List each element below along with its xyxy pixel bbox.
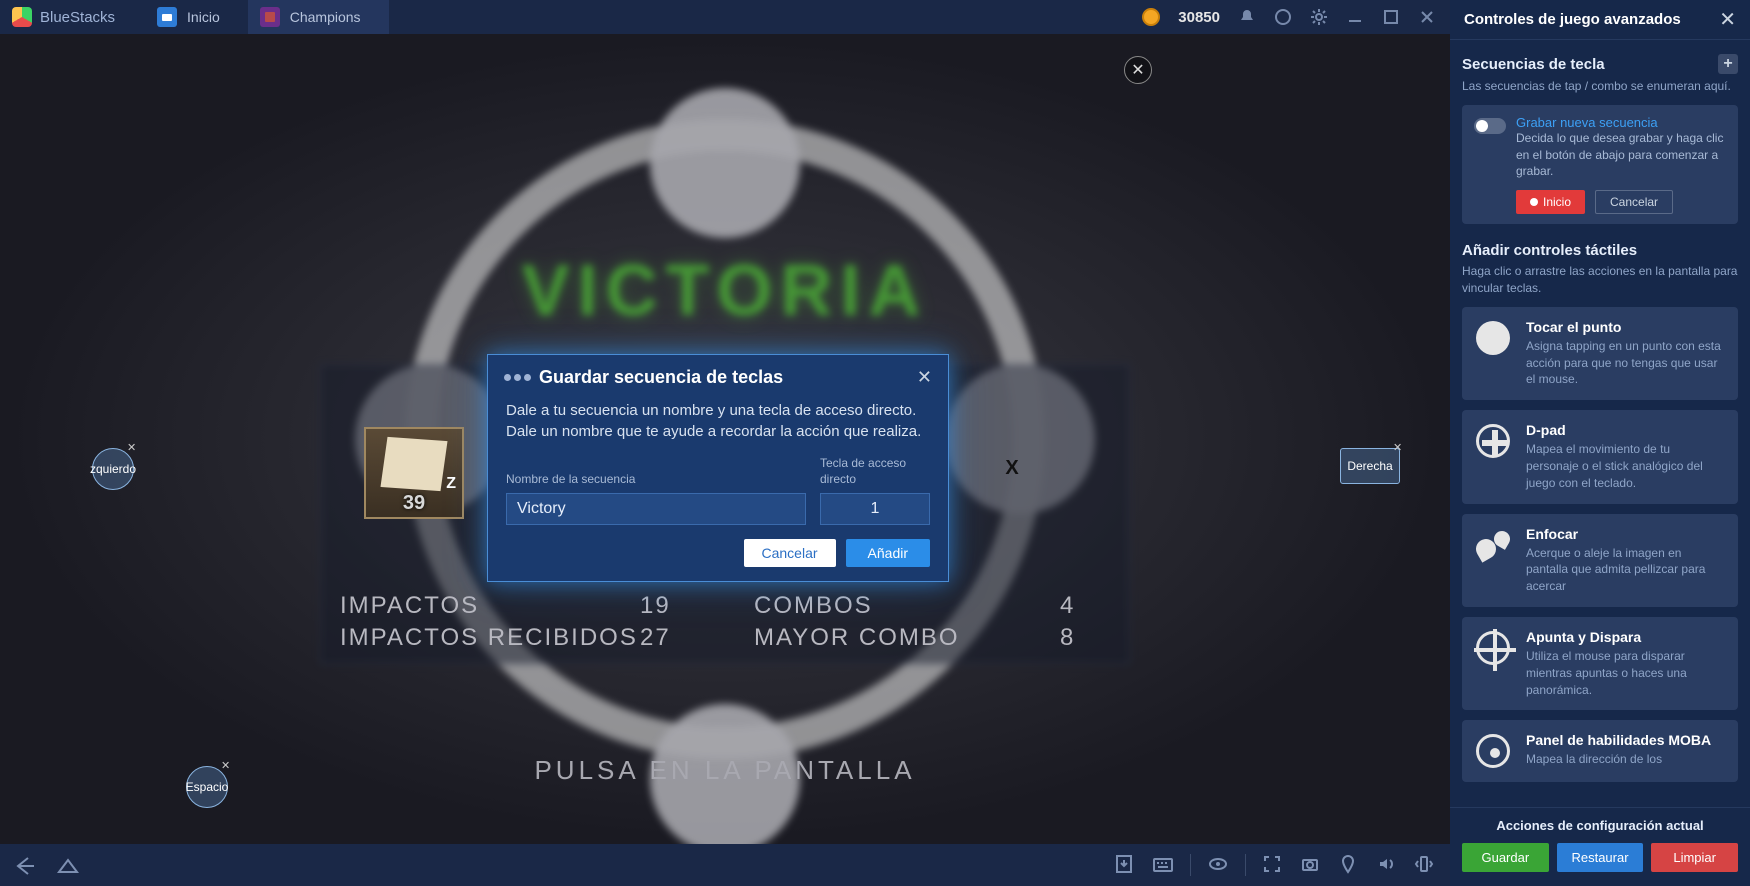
champions-app-icon (260, 7, 280, 27)
maximize-button[interactable] (1382, 8, 1400, 26)
gear-icon[interactable] (1310, 8, 1328, 26)
stat-value: 8 (1060, 624, 1075, 652)
reward-item-card: Z 39 (364, 427, 464, 519)
sequences-section-title: Secuencias de tecla + (1462, 54, 1738, 74)
install-apk-icon[interactable] (1114, 854, 1136, 876)
record-start-button[interactable]: Inicio (1516, 190, 1585, 214)
dialog-close-button[interactable]: ✕ (917, 367, 932, 388)
coin-icon (1142, 8, 1160, 26)
control-aim-shoot[interactable]: Apunta y Dispara Utiliza el mouse para d… (1462, 617, 1738, 710)
sequences-subtitle: Las secuencias de tap / combo se enumera… (1462, 78, 1738, 95)
close-icon[interactable]: ✕ (127, 441, 141, 455)
aim-icon (1474, 629, 1512, 667)
restore-button[interactable]: Restaurar (1557, 843, 1644, 872)
titlebar: BlueStacks Inicio Champions 30850 (0, 0, 1450, 34)
brand-label: BlueStacks (40, 9, 115, 26)
dialog-title: Guardar secuencia de teclas (539, 367, 783, 388)
tactile-subtitle: Haga clic o arrastre las acciones en la … (1462, 263, 1738, 297)
record-cancel-button[interactable]: Cancelar (1595, 190, 1673, 214)
bluestacks-logo-icon (12, 7, 32, 27)
tab-champions[interactable]: Champions (248, 0, 389, 34)
panel-title: Controles de juego avanzados (1464, 11, 1681, 28)
visibility-icon[interactable] (1207, 854, 1229, 876)
zoom-icon (1474, 526, 1512, 564)
stat-value: 27 (640, 624, 671, 652)
close-icon[interactable]: ✕ (1393, 441, 1407, 455)
home-icon[interactable] (56, 854, 78, 876)
save-sequence-dialog: Guardar secuencia de teclas ✕ Dale a tu … (487, 354, 949, 582)
stat-label: MAYOR COMBO (754, 624, 960, 652)
home-app-icon (157, 7, 177, 27)
dialog-icon (504, 374, 531, 381)
stat-value: 19 (640, 592, 671, 620)
shake-icon[interactable] (1414, 854, 1436, 876)
add-sequence-button[interactable]: + (1718, 54, 1738, 74)
tab-label: Inicio (187, 9, 220, 25)
record-description: Decida lo que desea grabar y haga clic e… (1516, 130, 1726, 180)
minimize-button[interactable] (1346, 8, 1364, 26)
item-count: 39 (366, 492, 462, 515)
footer-title: Acciones de configuración actual (1462, 818, 1738, 833)
cancel-button[interactable]: Cancelar (744, 539, 836, 567)
tab-home[interactable]: Inicio (145, 0, 248, 34)
tap-point-icon (1474, 319, 1512, 357)
stat-label: COMBOS (754, 592, 873, 620)
close-button[interactable] (1418, 8, 1436, 26)
stat-value: 4 (1060, 592, 1075, 620)
fullscreen-icon[interactable] (1262, 854, 1284, 876)
bell-icon[interactable] (1238, 8, 1256, 26)
coin-count: 30850 (1178, 9, 1220, 26)
panel-footer: Acciones de configuración actual Guardar… (1450, 807, 1750, 886)
control-zoom[interactable]: Enfocar Acerque o aleje la imagen en pan… (1462, 514, 1738, 607)
control-moba[interactable]: Panel de habilidades MOBA Mapea la direc… (1462, 720, 1738, 782)
stat-label: IMPACTOS (340, 592, 479, 620)
volume-icon[interactable] (1376, 854, 1398, 876)
record-link[interactable]: Grabar nueva secuencia (1516, 115, 1726, 130)
tab-label: Champions (290, 9, 361, 25)
keyboard-icon[interactable] (1152, 854, 1174, 876)
back-icon[interactable] (14, 854, 36, 876)
sequence-name-label: Nombre de la secuencia (506, 472, 806, 488)
key-overlay-right[interactable]: Derecha ✕ (1340, 448, 1400, 484)
record-sequence-card: Grabar nueva secuencia Decida lo que des… (1462, 105, 1738, 224)
item-key-label: Z (446, 475, 456, 493)
location-icon[interactable] (1338, 854, 1360, 876)
clear-button[interactable]: Limpiar (1651, 843, 1738, 872)
dpad-icon (1474, 422, 1512, 460)
bottombar (0, 844, 1450, 886)
advanced-controls-panel: Controles de juego avanzados ✕ Secuencia… (1450, 0, 1750, 886)
moba-icon (1474, 732, 1512, 770)
camera-icon[interactable] (1300, 854, 1322, 876)
stat-label: IMPACTOS RECIBIDOS (340, 624, 638, 652)
save-button[interactable]: Guardar (1462, 843, 1549, 872)
globe-icon[interactable] (1274, 8, 1292, 26)
panel-close-button[interactable]: ✕ (1719, 7, 1736, 32)
shortcut-key-label: Tecla de acceso directo (820, 456, 930, 487)
tap-screen-hint: PULSA EN LA PANTALLA (534, 755, 915, 786)
key-overlay-space[interactable]: Espacio ✕ (186, 766, 228, 808)
victory-title: VICTORIA (522, 250, 929, 332)
tactile-section-title: Añadir controles táctiles (1462, 242, 1738, 259)
add-button[interactable]: Añadir (846, 539, 930, 567)
control-tap-point[interactable]: Tocar el punto Asigna tapping en un punt… (1462, 307, 1738, 400)
key-overlay-x[interactable]: X (1002, 458, 1022, 478)
dialog-description: Dale a tu secuencia un nombre y una tecl… (506, 400, 930, 442)
record-toggle[interactable] (1474, 118, 1506, 134)
game-viewport[interactable]: VICTORIA Z 39 IMPACTOS 19 IMPACTOS RECIB… (0, 34, 1450, 844)
shortcut-key-input[interactable] (820, 493, 930, 525)
close-icon[interactable]: ✕ (221, 759, 235, 773)
control-dpad[interactable]: D-pad Mapea el movimiento de tu personaj… (1462, 410, 1738, 503)
overlay-close-button[interactable]: ✕ (1124, 56, 1152, 84)
sequence-name-input[interactable] (506, 493, 806, 525)
key-overlay-left[interactable]: zquierdo ✕ (92, 448, 134, 490)
